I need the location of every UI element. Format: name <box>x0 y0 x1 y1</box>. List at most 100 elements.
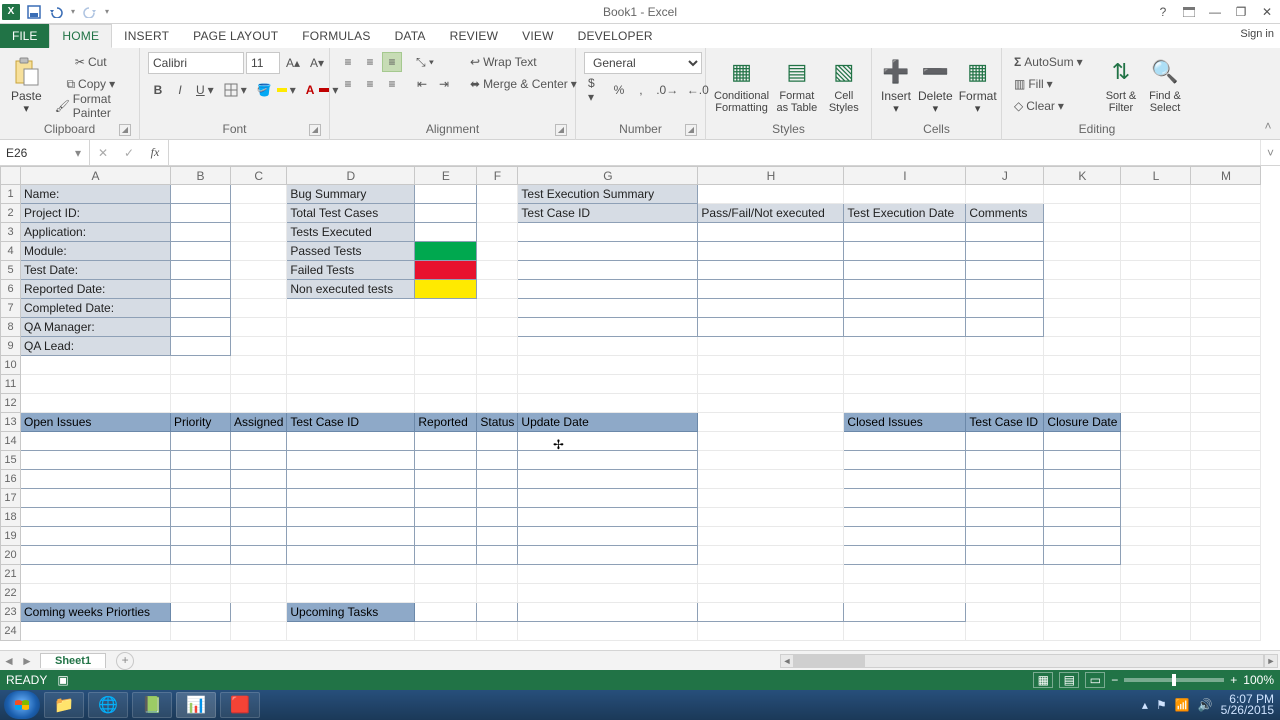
cell-F8[interactable] <box>477 318 518 337</box>
row-header-1[interactable]: 1 <box>1 185 21 204</box>
taskbar-chrome-icon[interactable]: 🌐 <box>88 692 128 718</box>
col-header-F[interactable]: F <box>477 167 518 185</box>
cell-J5[interactable] <box>966 261 1044 280</box>
row-header-19[interactable]: 19 <box>1 527 21 546</box>
clear-button[interactable]: ◇ Clear ▾ <box>1010 96 1096 116</box>
cell-D22[interactable] <box>287 584 415 603</box>
cell-B5[interactable] <box>171 261 231 280</box>
cell-L3[interactable] <box>1121 223 1191 242</box>
cell-E8[interactable] <box>415 318 477 337</box>
row-header-18[interactable]: 18 <box>1 508 21 527</box>
cell-D24[interactable] <box>287 622 415 641</box>
cell-F15[interactable] <box>477 451 518 470</box>
cell-C5[interactable] <box>231 261 287 280</box>
cell-F17[interactable] <box>477 489 518 508</box>
cell-M22[interactable] <box>1191 584 1261 603</box>
tab-page-layout[interactable]: PAGE LAYOUT <box>181 24 290 48</box>
cell-H10[interactable] <box>698 356 844 375</box>
cell-H9[interactable] <box>698 337 844 356</box>
cell-K22[interactable] <box>1044 584 1121 603</box>
cell-C14[interactable] <box>231 432 287 451</box>
font-name-select[interactable] <box>148 52 244 74</box>
cell-F22[interactable] <box>477 584 518 603</box>
cell-D1[interactable]: Bug Summary <box>287 185 415 204</box>
undo-dropdown-icon[interactable]: ▾ <box>68 3 78 21</box>
cell-D5[interactable]: Failed Tests <box>287 261 415 280</box>
cell-C2[interactable] <box>231 204 287 223</box>
col-header-A[interactable]: A <box>21 167 171 185</box>
cell-E24[interactable] <box>415 622 477 641</box>
cell-E11[interactable] <box>415 375 477 394</box>
row-header-23[interactable]: 23 <box>1 603 21 622</box>
horizontal-scrollbar[interactable]: ◄ ► <box>780 653 1278 669</box>
cell-F24[interactable] <box>477 622 518 641</box>
cell-G12[interactable] <box>518 394 698 413</box>
tab-view[interactable]: VIEW <box>510 24 565 48</box>
cell-C16[interactable] <box>231 470 287 489</box>
sort-filter-button[interactable]: ⇅Sort & Filter <box>1102 52 1140 118</box>
cell-K18[interactable] <box>1044 508 1121 527</box>
collapse-ribbon-button[interactable]: ˄ <box>1260 119 1276 135</box>
cell-H12[interactable] <box>698 394 844 413</box>
row-header-11[interactable]: 11 <box>1 375 21 394</box>
underline-button[interactable]: U ▾ <box>192 80 218 100</box>
cell-G8[interactable] <box>518 318 698 337</box>
row-header-17[interactable]: 17 <box>1 489 21 508</box>
copy-button[interactable]: ⧉Copy ▾ <box>51 74 131 94</box>
cell-F20[interactable] <box>477 546 518 565</box>
cell-C4[interactable] <box>231 242 287 261</box>
cell-D19[interactable] <box>287 527 415 546</box>
cell-D20[interactable] <box>287 546 415 565</box>
col-header-J[interactable]: J <box>966 167 1044 185</box>
cell-J4[interactable] <box>966 242 1044 261</box>
cell-F14[interactable] <box>477 432 518 451</box>
cell-G22[interactable] <box>518 584 698 603</box>
cell-E12[interactable] <box>415 394 477 413</box>
cell-M14[interactable] <box>1191 432 1261 451</box>
cell-E5[interactable] <box>415 261 477 280</box>
cell-I12[interactable] <box>844 394 966 413</box>
cell-A15[interactable] <box>21 451 171 470</box>
cell-L1[interactable] <box>1121 185 1191 204</box>
cell-C22[interactable] <box>231 584 287 603</box>
cell-C8[interactable] <box>231 318 287 337</box>
cell-I22[interactable] <box>844 584 966 603</box>
expand-formula-bar-button[interactable]: ˅ <box>1260 140 1280 165</box>
cell-K6[interactable] <box>1044 280 1121 299</box>
cell-J8[interactable] <box>966 318 1044 337</box>
redo-icon[interactable] <box>80 3 100 21</box>
col-header-H[interactable]: H <box>698 167 844 185</box>
cell-B7[interactable] <box>171 299 231 318</box>
cell-I24[interactable] <box>844 622 966 641</box>
cell-G4[interactable] <box>518 242 698 261</box>
cell-A2[interactable]: Project ID: <box>21 204 171 223</box>
cell-M4[interactable] <box>1191 242 1261 261</box>
cell-J1[interactable] <box>966 185 1044 204</box>
cell-H19[interactable] <box>698 527 844 546</box>
save-icon[interactable] <box>24 3 44 21</box>
cell-A14[interactable] <box>21 432 171 451</box>
cell-L17[interactable] <box>1121 489 1191 508</box>
cell-A19[interactable] <box>21 527 171 546</box>
cell-A11[interactable] <box>21 375 171 394</box>
cut-button[interactable]: ✂Cut <box>51 52 131 72</box>
cell-H11[interactable] <box>698 375 844 394</box>
cell-B6[interactable] <box>171 280 231 299</box>
format-cells-button[interactable]: ▦Format▾ <box>959 52 997 118</box>
cell-K2[interactable] <box>1044 204 1121 223</box>
zoom-level[interactable]: 100% <box>1243 673 1274 687</box>
cell-D17[interactable] <box>287 489 415 508</box>
paste-button[interactable]: Paste▾ <box>8 52 45 118</box>
cell-B23[interactable] <box>171 603 231 622</box>
cell-F16[interactable] <box>477 470 518 489</box>
cell-I8[interactable] <box>844 318 966 337</box>
cell-C21[interactable] <box>231 565 287 584</box>
scroll-thumb[interactable] <box>795 655 865 667</box>
system-tray[interactable]: ▴ ⚑ 📶 🔊 6:07 PM5/26/2015 <box>1142 694 1274 716</box>
new-sheet-button[interactable]: + <box>116 652 134 670</box>
row-header-2[interactable]: 2 <box>1 204 21 223</box>
cell-A7[interactable]: Completed Date: <box>21 299 171 318</box>
cell-L4[interactable] <box>1121 242 1191 261</box>
page-break-view-button[interactable]: ▭ <box>1085 672 1105 688</box>
cell-E10[interactable] <box>415 356 477 375</box>
